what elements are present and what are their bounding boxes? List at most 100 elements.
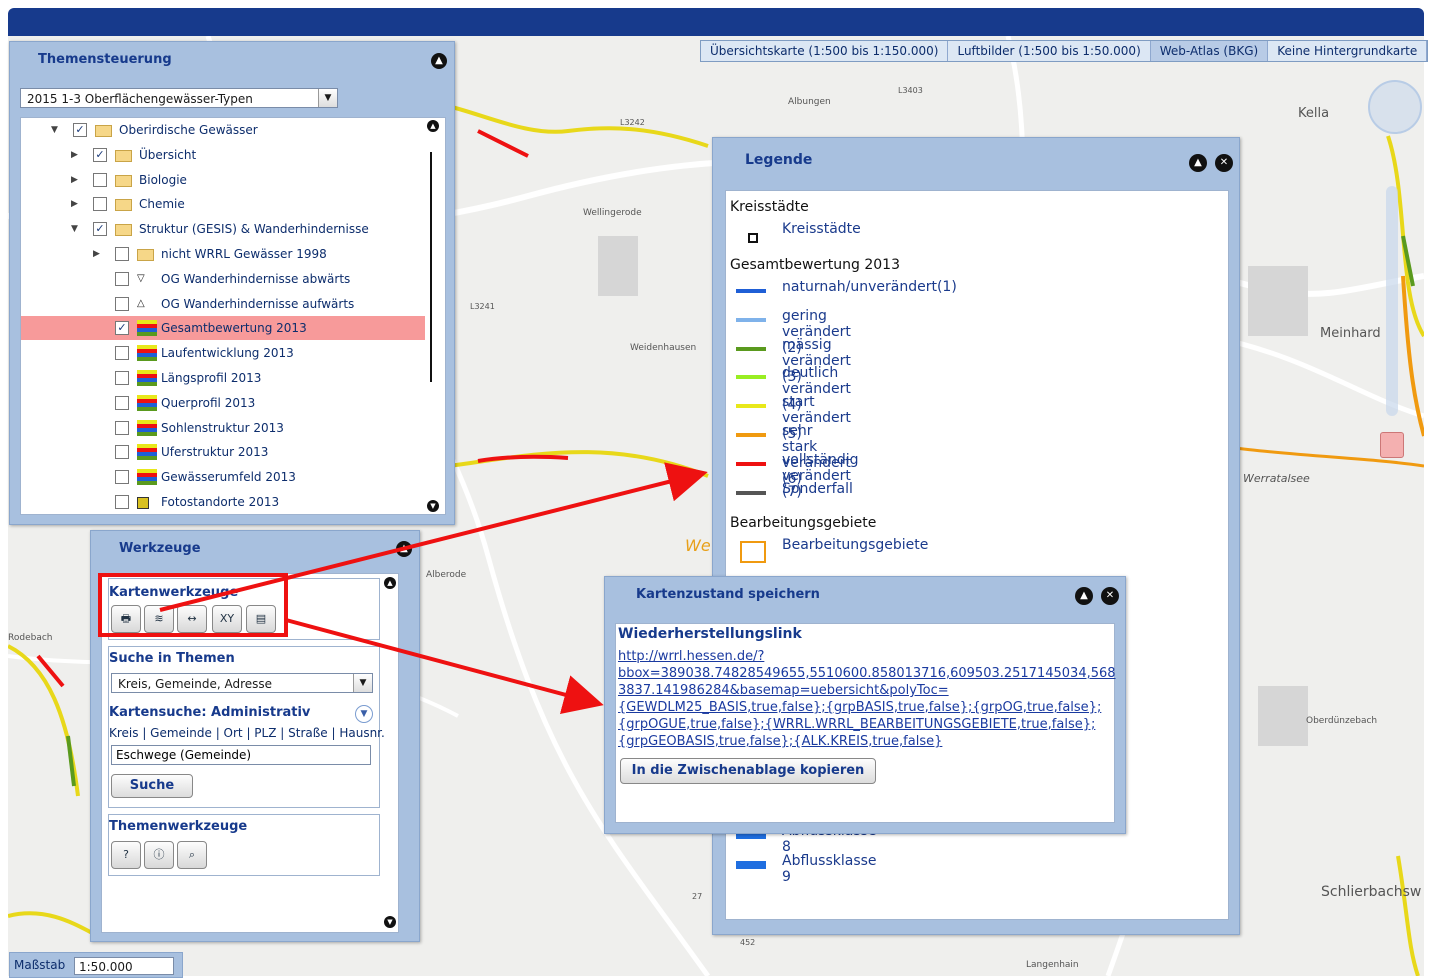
collapse-icon[interactable]: ▲ <box>1189 154 1207 172</box>
basemap-switcher: Übersichtskarte (1:500 bis 1:150.000) Lu… <box>700 40 1429 62</box>
search-type-value: Kreis, Gemeinde, Adresse <box>118 677 273 691</box>
layer-checkbox[interactable] <box>115 495 129 509</box>
layer-checkbox[interactable] <box>115 470 129 485</box>
layer-checkbox[interactable] <box>115 371 129 385</box>
search-type-dropdown[interactable]: Kreis, Gemeinde, Adresse ▼ <box>111 673 373 693</box>
layer-checkbox[interactable] <box>115 346 129 361</box>
print-icon[interactable]: 🖶 <box>111 605 141 633</box>
tree-row[interactable]: Gewässerumfeld 2013 <box>21 465 425 489</box>
link-line[interactable]: 3837.141986284&basemap=uebersicht&polyTo… <box>618 682 1112 699</box>
theme-dropdown-value: 2015 1-3 Oberflächengewässer-Typen <box>27 92 253 106</box>
document-icon[interactable]: ▤ <box>246 605 276 633</box>
tree-row[interactable]: ✓ Gesamtbewertung 2013 <box>21 316 425 341</box>
collapse-icon[interactable]: ▲ <box>1075 587 1093 605</box>
link-line[interactable]: bbox=389038.74828549655,5510600.85801371… <box>618 665 1116 682</box>
layer-checkbox[interactable] <box>115 271 129 286</box>
tree-row[interactable]: Querprofil 2013 <box>21 391 425 415</box>
tree-row[interactable]: ▶ ✓ Übersicht <box>21 143 425 167</box>
collapse-icon[interactable]: ▲ <box>396 541 412 557</box>
legend-swatch <box>736 346 766 351</box>
collapsed-arrow-icon[interactable]: ▶ <box>71 168 78 192</box>
tree-row[interactable]: ▶ nicht WRRL Gewässer 1998 <box>21 242 425 266</box>
link-line[interactable]: {grpOGUE,true,false};{WRRL.WRRL_BEARBEIT… <box>618 716 1112 733</box>
scroll-down-icon[interactable]: ▼ <box>427 500 439 512</box>
color-ramp-icon <box>137 394 157 411</box>
basemap-tab-luftbilder[interactable]: Luftbilder (1:500 bis 1:50.000) <box>948 41 1151 61</box>
kartensuche-expand-icon[interactable]: ▼ <box>355 705 373 723</box>
layer-checkbox[interactable]: ✓ <box>73 123 87 137</box>
measure-icon[interactable]: ↔ <box>177 605 207 633</box>
basemap-tab-webatlas[interactable]: Web-Atlas (BKG) <box>1150 41 1269 61</box>
tree-row[interactable]: Fotostandorte 2013 <box>21 490 425 514</box>
layer-checkbox[interactable]: ✓ <box>93 222 107 237</box>
chevron-down-icon[interactable]: ▼ <box>353 674 372 692</box>
layer-checkbox[interactable] <box>115 247 129 261</box>
basemap-tab-keine[interactable]: Keine Hintergrundkarte <box>1268 41 1428 61</box>
scale-value[interactable]: 1:50.000 <box>74 957 174 975</box>
layer-checkbox[interactable] <box>93 197 107 212</box>
folder-open-icon <box>115 224 132 237</box>
pan-control[interactable] <box>1368 80 1422 134</box>
scroll-up-icon[interactable]: ▲ <box>427 120 439 132</box>
tree-row[interactable]: ▽ OG Wanderhindernisse abwärts <box>21 267 425 291</box>
color-ramp-icon <box>137 469 157 486</box>
layer-label: Fotostandorte 2013 <box>161 495 280 509</box>
restore-link[interactable]: http://wrrl.hessen.de/? bbox=389038.7482… <box>618 648 1116 750</box>
tree-row[interactable]: ▼ ✓ Oberirdische Gewässer <box>21 118 425 142</box>
tree-row[interactable]: Laufentwicklung 2013 <box>21 341 425 365</box>
layer-checkbox[interactable] <box>115 395 129 410</box>
zoom-search-icon[interactable]: ⌕ <box>177 841 207 869</box>
layer-checkbox[interactable] <box>115 420 129 435</box>
close-icon[interactable]: ✕ <box>1101 587 1119 605</box>
scroll-up-icon[interactable]: ▲ <box>384 577 396 589</box>
search-input[interactable] <box>111 745 371 765</box>
hand-tool-button[interactable] <box>1380 432 1404 458</box>
tree-row[interactable]: ▶ Biologie <box>21 168 425 192</box>
layer-checkbox[interactable]: ✓ <box>93 147 107 162</box>
legend-label: Sonderfall <box>782 480 853 497</box>
collapsed-arrow-icon[interactable]: ▶ <box>71 143 78 167</box>
tree-row[interactable]: Sohlenstruktur 2013 <box>21 416 425 440</box>
color-ramp-icon <box>137 419 157 436</box>
layer-label: Querprofil 2013 <box>161 395 256 410</box>
layer-label: nicht WRRL Gewässer 1998 <box>161 247 327 261</box>
link-line[interactable]: {GEWDLM25_BASIS,true,false};{grpBASIS,tr… <box>618 699 1112 716</box>
basemap-tab-uebersicht[interactable]: Übersichtskarte (1:500 bis 1:150.000) <box>701 41 949 61</box>
zoom-slider[interactable] <box>1386 186 1398 416</box>
close-icon[interactable]: ✕ <box>1215 154 1233 172</box>
tree-row[interactable]: ▼ ✓ Struktur (GESIS) & Wanderhindernisse <box>21 217 425 241</box>
expanded-arrow-icon[interactable]: ▼ <box>51 118 58 142</box>
help-icon[interactable]: ? <box>111 841 141 869</box>
legend-label: Abflussklasse 9 <box>782 853 877 885</box>
tree-row[interactable]: △ OG Wanderhindernisse aufwärts <box>21 292 425 316</box>
collapse-icon[interactable]: ▲ <box>431 53 447 69</box>
section-title: Kartenwerkzeuge <box>109 585 239 600</box>
suche-button[interactable]: Suche <box>111 774 193 798</box>
tree-row[interactable]: ▶ Chemie <box>21 192 425 216</box>
expanded-arrow-icon[interactable]: ▼ <box>71 217 78 241</box>
theme-dropdown[interactable]: 2015 1-3 Oberflächengewässer-Typen ▼ <box>20 88 338 108</box>
legend-items: naturnah/unverändert(1) gering verändert … <box>726 279 1226 509</box>
layer-checkbox[interactable] <box>93 172 107 187</box>
layer-tree-rows: ▼ ✓ Oberirdische Gewässer ▶ ✓ Übersicht ▶ Biolo… <box>21 118 425 514</box>
collapsed-arrow-icon[interactable]: ▶ <box>71 192 78 216</box>
coordinates-icon[interactable]: XY <box>212 605 242 633</box>
legend-swatch <box>736 461 766 466</box>
layer-checkbox[interactable] <box>115 445 129 460</box>
collapsed-arrow-icon[interactable]: ▶ <box>93 242 100 266</box>
chevron-down-icon[interactable]: ▼ <box>318 89 337 107</box>
layer-checkbox[interactable] <box>115 296 129 311</box>
link-line[interactable]: http://wrrl.hessen.de/? <box>618 648 1112 665</box>
link-line[interactable]: {grpGEOBASIS,true,false};{ALK.KREIS,true… <box>618 733 1112 750</box>
tree-row[interactable]: Längsprofil 2013 <box>21 366 425 390</box>
tree-row[interactable]: Uferstruktur 2013 <box>21 440 425 464</box>
scroll-down-icon[interactable]: ▼ <box>384 916 396 928</box>
bearbeitungsgebiet-symbol-icon <box>740 541 766 563</box>
layers-icon[interactable]: ≋ <box>144 605 174 633</box>
tree-scrollbar[interactable] <box>430 152 432 382</box>
layer-label: Längsprofil 2013 <box>161 371 262 385</box>
copy-clipboard-button[interactable]: In die Zwischenablage kopieren <box>620 758 876 784</box>
layer-checkbox[interactable]: ✓ <box>115 321 129 336</box>
layer-label: Biologie <box>139 172 187 187</box>
info-icon[interactable]: ⓘ <box>144 841 174 869</box>
